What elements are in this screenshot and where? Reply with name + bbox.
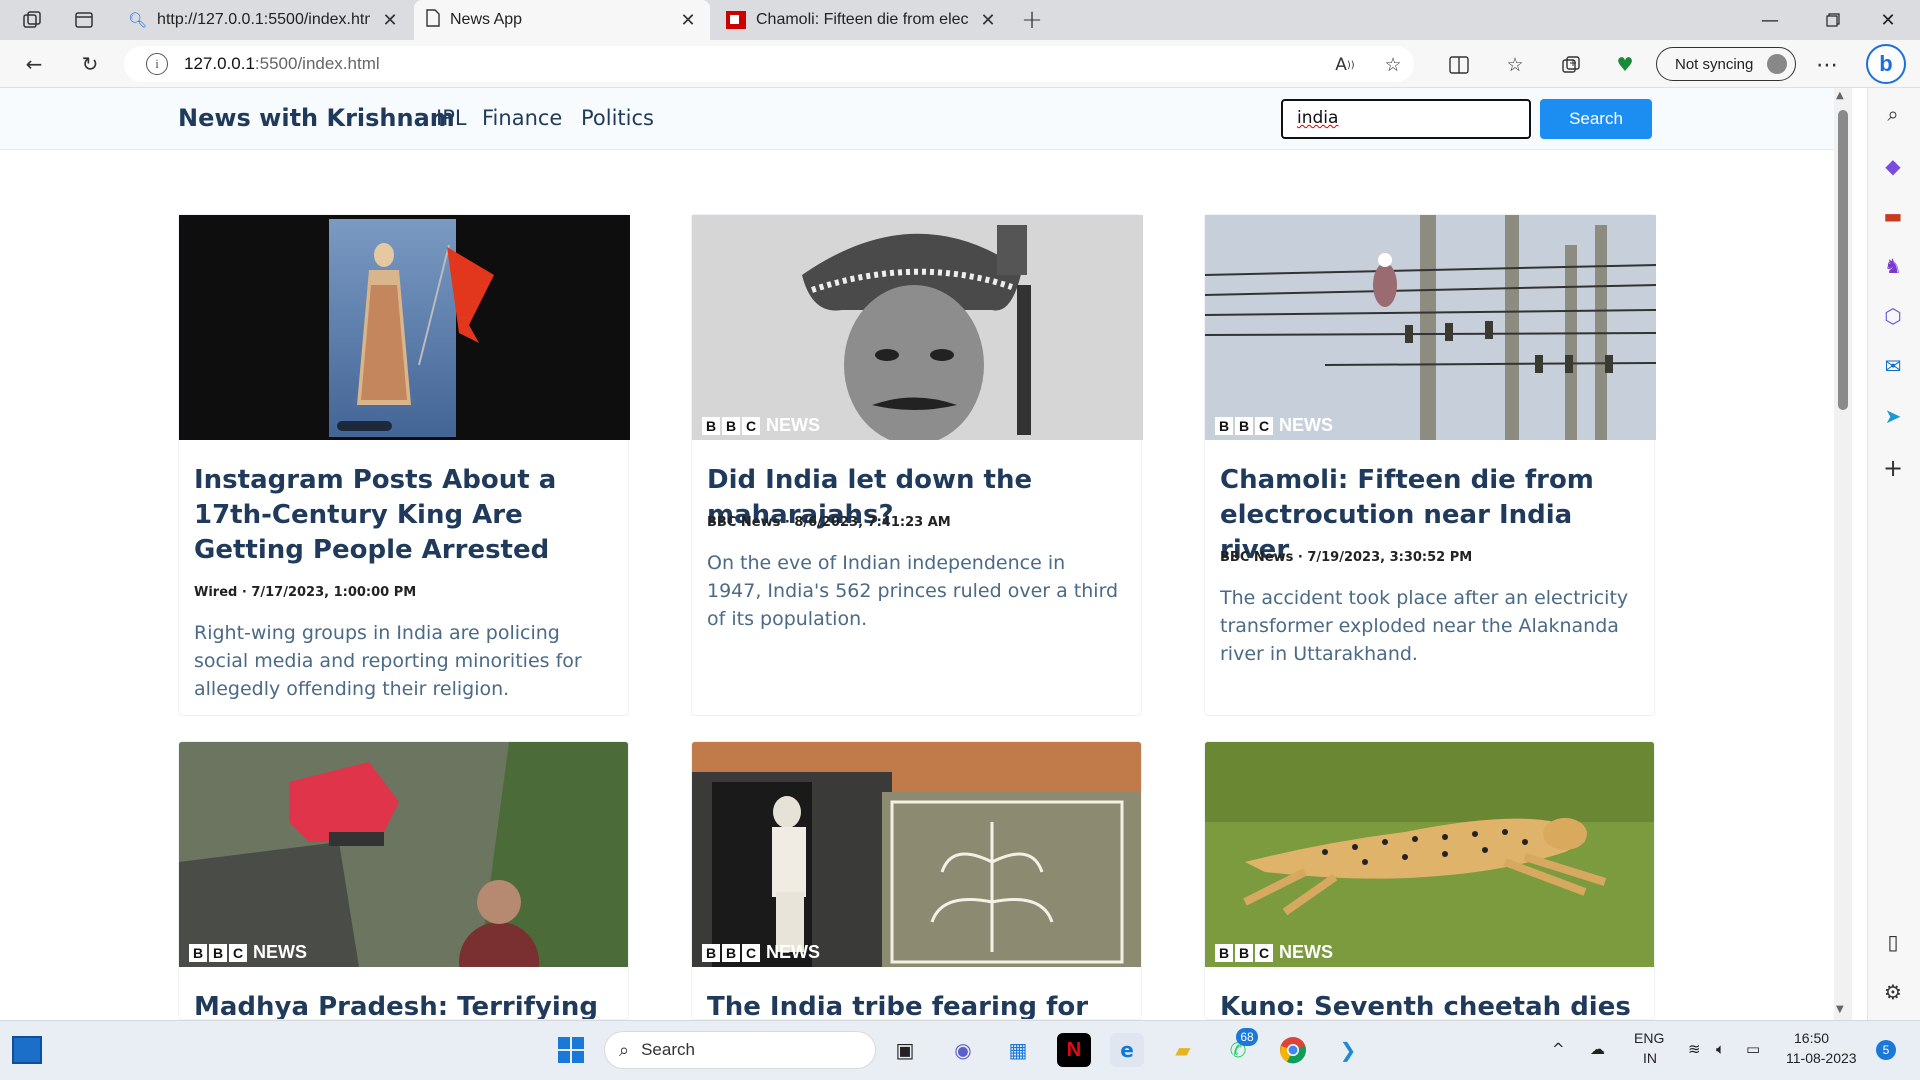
onedrive-icon[interactable]: ☁ — [1590, 1040, 1605, 1058]
clock-date: 11-08-2023 — [1786, 1050, 1857, 1066]
close-tab-icon[interactable]: ✕ — [978, 10, 998, 31]
close-tab-icon[interactable]: ✕ — [380, 10, 400, 31]
sidebar-games-icon[interactable]: ♞ — [1870, 246, 1916, 286]
sidebar-office-icon[interactable]: ⬡ — [1870, 296, 1916, 336]
sidebar-add-icon[interactable]: + — [1870, 448, 1916, 488]
restore-icon[interactable] — [1803, 0, 1863, 40]
volume-icon[interactable]: 🔈︎ — [1716, 1040, 1725, 1058]
widgets-icon[interactable] — [12, 1036, 42, 1064]
region-indicator: IN — [1643, 1050, 1657, 1066]
news-card[interactable]: B B C NEWS Chamoli: Fifteen die from electr… — [1204, 214, 1656, 716]
bbc-news-logo: B B C NEWS — [1215, 942, 1333, 963]
bing-copilot-icon[interactable]: b — [1866, 44, 1906, 84]
tab-actions-icon[interactable] — [72, 8, 96, 32]
search-icon: 🔍︎ — [128, 11, 148, 29]
settings-gear-icon[interactable]: ⚙ — [1870, 972, 1916, 1012]
browser-essentials-icon[interactable]: ♥ — [1610, 50, 1640, 80]
netflix-icon[interactable]: N — [1057, 1033, 1091, 1067]
tray-overflow-icon[interactable]: ^ — [1552, 1040, 1565, 1058]
sidebar-send-icon[interactable]: ➤ — [1870, 396, 1916, 436]
sidebar-outlook-icon[interactable]: ✉ — [1870, 346, 1916, 386]
article-title[interactable]: Madhya Pradesh: Terrifying — [194, 990, 614, 1019]
page-icon — [426, 9, 440, 31]
news-card[interactable]: BBCNEWS Kuno: Seventh cheetah dies in In… — [1204, 741, 1655, 1020]
file-explorer-icon[interactable]: ▰ — [1166, 1033, 1200, 1067]
article-title[interactable]: The India tribe fearing for its — [707, 990, 1127, 1019]
sidebar-shopping-icon[interactable]: ◆ — [1870, 146, 1916, 186]
scrollbar-thumb[interactable] — [1838, 110, 1848, 410]
minimize-icon[interactable]: — — [1740, 0, 1800, 40]
more-icon[interactable]: ⋯ — [1812, 50, 1842, 80]
bbc-news-logo: B B C NEWS — [1215, 415, 1333, 436]
read-aloud-icon[interactable]: A)) — [1330, 50, 1360, 80]
whatsapp-badge: 68 — [1236, 1028, 1258, 1046]
search-icon: ⌕ — [619, 1039, 630, 1060]
article-image[interactable]: B B C NEWS — [1205, 215, 1656, 440]
article-image[interactable]: B B C NEWS — [179, 742, 628, 967]
article-title[interactable]: Instagram Posts About a 17th-Century Kin… — [194, 463, 614, 568]
task-view-icon[interactable]: ▣ — [888, 1033, 922, 1067]
start-windows-icon[interactable] — [554, 1033, 588, 1067]
news-card[interactable]: BBCNEWS The India tribe fearing for its — [691, 741, 1142, 1020]
article-title[interactable]: Kuno: Seventh cheetah dies in India — [1220, 990, 1640, 1019]
collections-icon[interactable] — [1556, 50, 1586, 80]
news-card[interactable]: Instagram Posts About a 17th-Century Kin… — [178, 214, 630, 716]
tab-localhost[interactable]: 🔍︎ http://127.0.0.1:5500/index.html ✕ — [116, 0, 412, 40]
article-image[interactable]: B B C NEWS — [692, 215, 1143, 440]
info-icon[interactable]: i — [146, 53, 168, 75]
nav-link-politics[interactable]: Politics — [581, 106, 654, 130]
bbc-favicon-icon — [726, 11, 746, 29]
tab-news-app[interactable]: News App ✕ — [414, 0, 710, 40]
sidebar-hide-icon[interactable]: ▯ — [1870, 922, 1916, 962]
article-meta: BBC News · 7/19/2023, 3:30:52 PM — [1220, 550, 1473, 565]
teams-chat-icon[interactable]: ◉ — [946, 1033, 980, 1067]
favorites-icon[interactable]: ☆ — [1500, 50, 1530, 80]
article-image[interactable]: B B C NEWS — [692, 742, 1141, 967]
search-input[interactable] — [1281, 99, 1531, 139]
site-brand[interactable]: News with Krishnam — [178, 104, 455, 132]
back-icon[interactable]: ← — [18, 48, 50, 80]
article-image[interactable] — [179, 215, 630, 440]
profile-avatar — [1767, 54, 1788, 74]
sidebar-tools-icon[interactable]: ▬ — [1870, 196, 1916, 236]
taskbar-search[interactable]: ⌕ Search — [604, 1031, 876, 1069]
refresh-icon[interactable]: ↻ — [74, 48, 106, 80]
news-card[interactable]: B B C NEWS Did India let down the maharajah… — [691, 214, 1143, 716]
bbc-news-logo: B B C NEWS — [189, 942, 307, 963]
sync-status-button[interactable]: Not syncing — [1656, 47, 1796, 81]
notification-badge[interactable]: 5 — [1876, 1040, 1896, 1060]
store-icon[interactable]: ▦ — [1001, 1033, 1035, 1067]
clock-time[interactable]: 16:50 — [1794, 1030, 1829, 1046]
close-tab-icon[interactable]: ✕ — [678, 10, 698, 31]
workspaces-icon[interactable] — [20, 8, 44, 32]
language-indicator[interactable]: ENG — [1634, 1030, 1664, 1046]
favorite-star-icon[interactable]: ☆ — [1378, 50, 1408, 80]
article-description: On the eve of Indian independence in 194… — [707, 552, 1119, 630]
wifi-icon[interactable]: ≋ — [1688, 1040, 1701, 1058]
sidebar-search-icon[interactable]: ⌕ — [1870, 94, 1916, 134]
vscode-icon[interactable]: ❯ — [1331, 1033, 1365, 1067]
article-meta: Wired · 7/17/2023, 1:00:00 PM — [194, 585, 417, 600]
chrome-icon[interactable] — [1276, 1033, 1310, 1067]
article-description: The accident took place after an electri… — [1220, 587, 1629, 665]
article-description: Right-wing groups in India are policing … — [194, 622, 582, 700]
nav-link-ipl[interactable]: IPL — [436, 106, 467, 130]
article-meta: BBC News · 8/6/2023, 7:41:23 AM — [707, 515, 951, 530]
address-bar[interactable]: i 127.0.0.1:5500/index.html — [124, 46, 1414, 82]
tab-chamoli[interactable]: Chamoli: Fifteen die from electro ✕ — [714, 0, 1010, 40]
bbc-news-logo: B B C NEWS — [702, 415, 820, 436]
edge-icon[interactable]: e — [1110, 1033, 1144, 1067]
scroll-down-icon[interactable]: ▼ — [1836, 1004, 1844, 1015]
news-card[interactable]: B B C NEWS Madhya Pradesh: Terrifying — [178, 741, 629, 1020]
search-button[interactable]: Search — [1540, 99, 1652, 139]
bbc-news-logo: B B C NEWS — [702, 942, 820, 963]
split-screen-icon[interactable] — [1444, 50, 1474, 80]
battery-icon[interactable]: ▭ — [1746, 1040, 1760, 1058]
scroll-up-icon[interactable]: ▲ — [1836, 90, 1844, 101]
article-image[interactable]: B B C NEWS — [1205, 742, 1654, 967]
nav-link-finance[interactable]: Finance — [482, 106, 562, 130]
close-window-icon[interactable]: ✕ — [1858, 0, 1918, 40]
new-tab-icon[interactable]: + — [1020, 5, 1044, 35]
